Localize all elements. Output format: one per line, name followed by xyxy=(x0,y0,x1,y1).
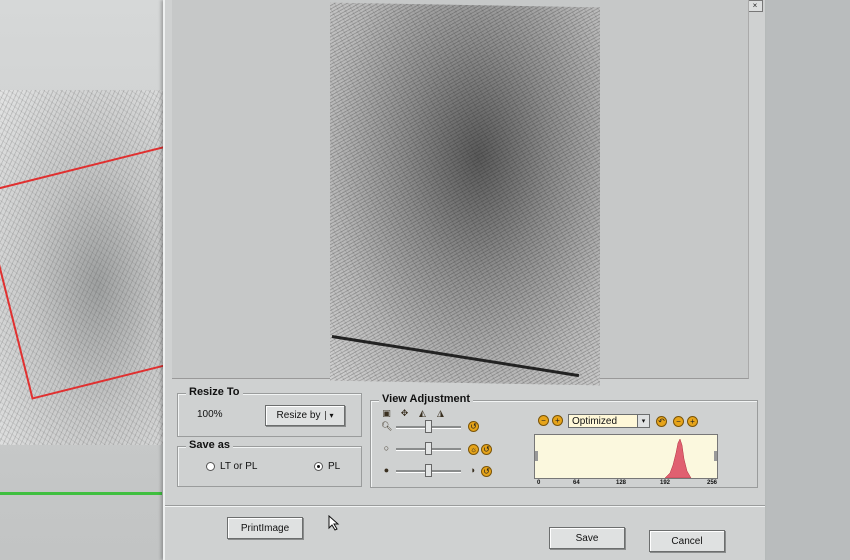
fingerprint-scan-image xyxy=(330,2,600,386)
flip-vertical-icon[interactable]: ◮ xyxy=(435,408,446,419)
resize-by-button[interactable]: Resize by ▾ xyxy=(265,405,345,426)
minus-icon[interactable]: − xyxy=(538,415,549,426)
histogram-minus-icon[interactable]: − xyxy=(673,416,684,427)
resize-by-label: Resize by xyxy=(276,410,321,421)
save-as-option-lt-or-pl[interactable]: LT or PL xyxy=(206,461,257,472)
contrast-reset-icon[interactable]: ↺ xyxy=(481,466,492,477)
chevron-down-icon[interactable]: ▾ xyxy=(325,411,333,420)
resize-percent: 100% xyxy=(197,409,223,420)
view-adjustment-legend: View Adjustment xyxy=(379,393,474,405)
save-as-panel: Save as LT or PL PL xyxy=(177,439,362,487)
histogram-chart xyxy=(535,438,717,478)
save-as-legend: Save as xyxy=(186,439,233,451)
zoom-slider-thumb[interactable] xyxy=(425,420,432,433)
save-as-option-pl[interactable]: PL xyxy=(314,461,340,472)
plus-icon[interactable]: + xyxy=(552,415,563,426)
move-icon[interactable]: ✥ xyxy=(399,408,410,419)
histogram-tick: 192 xyxy=(660,480,671,486)
histogram-tick: 256 xyxy=(707,480,718,486)
zoom-reset-icon[interactable]: ↺ xyxy=(468,421,479,432)
save-button[interactable]: Save xyxy=(549,527,625,549)
footer-divider xyxy=(165,505,765,506)
contrast-slider-thumb[interactable] xyxy=(425,464,432,477)
brightness-icon: ○ xyxy=(383,443,390,453)
histogram-plus-icon[interactable]: + xyxy=(687,416,698,427)
undo-icon[interactable]: ↶ xyxy=(656,416,667,427)
histogram-tick: 128 xyxy=(616,480,627,486)
lt-or-pl-label: LT or PL xyxy=(220,461,258,472)
zoom-icon: 🔍︎ xyxy=(381,421,393,431)
histogram-left-handle xyxy=(535,451,538,461)
print-image-button[interactable]: PrintImage xyxy=(227,517,303,539)
histogram-tick: 0 xyxy=(537,480,541,486)
fit-image-icon[interactable]: ▣ xyxy=(381,408,392,419)
image-dialog: _ □ × Resize To 100% Resize by ▾ Save as… xyxy=(163,0,765,560)
histogram-right-handle xyxy=(714,451,717,461)
chevron-down-icon[interactable]: ▾ xyxy=(637,415,649,427)
histogram-fill xyxy=(664,438,692,478)
histogram[interactable] xyxy=(534,434,718,479)
view-mode-value: Optimized xyxy=(572,415,618,427)
contrast-icon: ● xyxy=(383,465,390,475)
view-mode-select[interactable]: Optimized ▾ xyxy=(568,414,650,428)
brightness-reset-icon[interactable]: ↺ xyxy=(481,444,492,455)
resize-panel: Resize To 100% Resize by ▾ xyxy=(177,386,362,437)
mouse-cursor-icon xyxy=(328,515,340,531)
histogram-tick: 64 xyxy=(573,480,580,486)
pl-label: PL xyxy=(328,461,341,472)
view-adjustment-panel: View Adjustment ▣ ✥ ◭ ◮ 🔍︎ ↺ ○ ☼ ↺ ● ◑ ↺… xyxy=(370,393,758,488)
brightness-sun-icon: ☼ xyxy=(468,444,479,455)
brightness-slider-thumb[interactable] xyxy=(425,442,432,455)
contrast-half-icon: ◑ xyxy=(469,465,476,475)
close-button[interactable]: × xyxy=(747,0,763,12)
resize-legend: Resize To xyxy=(186,386,243,398)
flip-horizontal-icon[interactable]: ◭ xyxy=(417,408,428,419)
status-line xyxy=(0,492,162,495)
cancel-button[interactable]: Cancel xyxy=(649,530,725,552)
radio-lt-or-pl[interactable] xyxy=(206,461,215,471)
image-preview-area xyxy=(172,0,749,386)
background-window xyxy=(0,0,259,560)
radio-pl[interactable] xyxy=(314,461,323,471)
